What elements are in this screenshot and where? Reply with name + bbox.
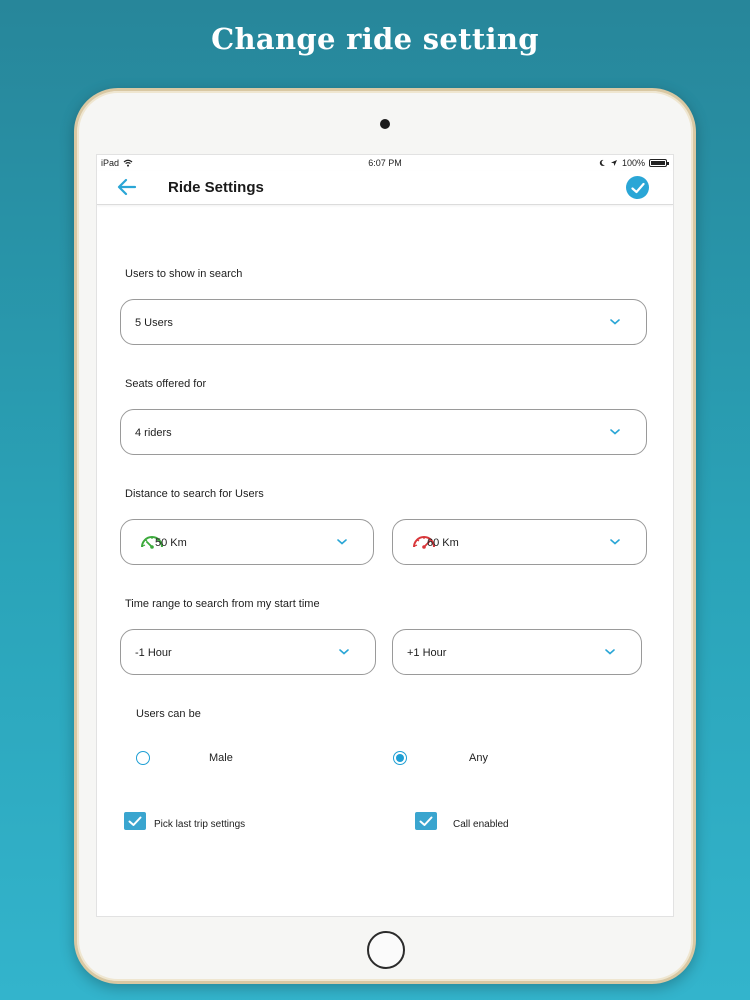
home-button[interactable] <box>367 931 405 969</box>
status-time: 6:07 PM <box>368 158 402 168</box>
battery-percent: 100% <box>621 158 645 168</box>
location-arrow-icon <box>610 160 617 166</box>
users-to-show-value: 5 Users <box>135 317 173 329</box>
chevron-down-icon <box>610 319 620 325</box>
seats-offered-label: Seats offered for <box>125 378 207 390</box>
front-camera <box>380 119 390 129</box>
battery-icon <box>649 159 669 167</box>
radio-male[interactable] <box>136 751 150 765</box>
time-before-value: -1 Hour <box>135 647 172 659</box>
page-headline: Change ride setting <box>211 22 539 56</box>
back-arrow-icon[interactable] <box>115 176 139 198</box>
checkmark-icon <box>128 816 142 826</box>
radio-any[interactable] <box>393 751 407 765</box>
call-enabled-checkbox[interactable] <box>415 812 437 830</box>
time-after-select[interactable]: +1 Hour <box>392 629 642 675</box>
checkmark-icon <box>630 182 645 193</box>
time-range-label: Time range to search from my start time <box>125 598 320 610</box>
radio-male-label: Male <box>209 752 233 764</box>
gender-label: Users can be <box>136 708 201 720</box>
nav-bar: Ride Settings <box>97 171 673 205</box>
app-screen: iPad 6:07 PM 100% Ride Settings Users to… <box>96 154 674 917</box>
distance-min-value: 50 Km <box>155 537 187 549</box>
time-before-select[interactable]: -1 Hour <box>120 629 376 675</box>
pick-last-trip-checkbox[interactable] <box>124 812 146 830</box>
distance-max-select[interactable]: 60 Km <box>392 519 647 565</box>
distance-min-select[interactable]: 50 Km <box>120 519 374 565</box>
pick-last-trip-label: Pick last trip settings <box>154 819 246 830</box>
checkmark-icon <box>419 816 433 826</box>
chevron-down-icon <box>610 539 620 545</box>
chevron-down-icon <box>605 649 615 655</box>
users-to-show-label: Users to show in search <box>125 268 243 280</box>
moon-icon <box>599 159 605 166</box>
save-button[interactable] <box>626 176 649 199</box>
page-title: Ride Settings <box>168 179 264 196</box>
radio-any-label: Any <box>469 752 488 764</box>
time-after-value: +1 Hour <box>407 647 447 659</box>
chevron-down-icon <box>337 539 347 545</box>
ipad-frame: iPad 6:07 PM 100% Ride Settings Users to… <box>74 88 696 984</box>
seats-offered-value: 4 riders <box>135 427 172 439</box>
users-to-show-select[interactable]: 5 Users <box>120 299 647 345</box>
call-enabled-label: Call enabled <box>453 819 509 830</box>
distance-max-value: 60 Km <box>427 537 459 549</box>
status-bar: iPad 6:07 PM 100% <box>97 155 673 171</box>
distance-label: Distance to search for Users <box>125 488 264 500</box>
chevron-down-icon <box>610 429 620 435</box>
seats-offered-select[interactable]: 4 riders <box>120 409 647 455</box>
chevron-down-icon <box>339 649 349 655</box>
